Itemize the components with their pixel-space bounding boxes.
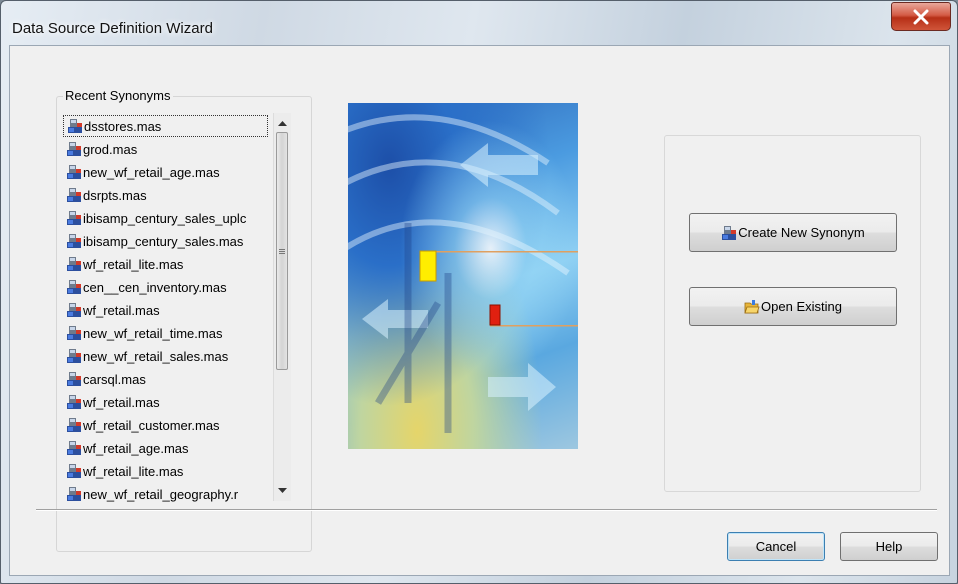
- synonym-list-item-label: wf_retail.mas: [83, 302, 160, 318]
- connector-line-bottom: [490, 325, 578, 327]
- synonym-list-item-label: wf_retail_lite.mas: [83, 256, 184, 272]
- scroll-up-icon: [278, 121, 287, 126]
- synonym-icon: [67, 234, 81, 248]
- synonym-list-item-label: wf_retail.mas: [83, 394, 160, 410]
- synonym-list-item[interactable]: wf_retail_lite.mas: [63, 460, 268, 482]
- dialog-body: Recent Synonyms dsstores.mas grod.mas new_…: [9, 45, 950, 576]
- synonym-icon: [68, 119, 82, 133]
- synonym-icon: [67, 326, 81, 340]
- synonym-icon: [67, 165, 81, 179]
- synonym-icon: [67, 487, 81, 501]
- window-title: Data Source Definition Wizard: [12, 20, 213, 37]
- synonym-list-item[interactable]: dsstores.mas: [63, 115, 268, 137]
- synonym-list-item[interactable]: wf_retail.mas: [63, 299, 268, 321]
- synonym-list-item-label: new_wf_retail_sales.mas: [83, 348, 229, 364]
- open-existing-button[interactable]: Open Existing: [689, 287, 897, 326]
- synonym-icon: [67, 257, 81, 271]
- recent-synonyms-legend: Recent Synonyms: [63, 88, 173, 103]
- synonym-list-item-label: ibisamp_century_sales.mas: [83, 233, 244, 249]
- synonym-icon: [67, 418, 81, 432]
- banner-graphic: [348, 114, 578, 433]
- cancel-label: Cancel: [755, 539, 797, 554]
- synonym-list-item[interactable]: new_wf_retail_time.mas: [63, 322, 268, 344]
- actions-panel: Create New Synonym Open Existing: [664, 135, 921, 492]
- recent-synonyms-list[interactable]: dsstores.mas grod.mas new_wf_retail_age.ma…: [63, 113, 309, 553]
- synonym-icon: [67, 142, 81, 156]
- recent-synonyms-group: Recent Synonyms dsstores.mas grod.mas new_…: [56, 88, 312, 553]
- help-label: Help: [875, 539, 903, 554]
- open-folder-icon: [744, 299, 760, 313]
- synonym-icon: [67, 395, 81, 409]
- create-new-synonym-label: Create New Synonym: [738, 225, 865, 240]
- synonym-icon: [67, 349, 81, 363]
- synonym-icon: [67, 211, 81, 225]
- wizard-banner-image: [348, 103, 578, 449]
- title-bar: Data Source Definition Wizard: [1, 1, 957, 45]
- wizard-window: Data Source Definition Wizard Recent Syn…: [0, 0, 958, 584]
- open-existing-label: Open Existing: [761, 299, 842, 314]
- synonym-list-item[interactable]: new_wf_retail_age.mas: [63, 161, 268, 183]
- synonym-list-item-label: new_wf_retail_geography.r: [83, 486, 239, 502]
- synonym-list-item[interactable]: grod.mas: [63, 138, 268, 160]
- synonym-list-item-label: wf_retail_customer.mas: [83, 417, 220, 433]
- synonym-icon: [67, 441, 81, 455]
- synonym-list-item-label: cen__cen_inventory.mas: [83, 279, 227, 295]
- connector-line-top: [420, 251, 578, 253]
- scroll-grip-icon: [279, 249, 285, 250]
- synonym-list-item-label: wf_retail_age.mas: [83, 440, 189, 456]
- create-new-synonym-button[interactable]: Create New Synonym: [689, 213, 897, 252]
- synonym-icon: [67, 464, 81, 478]
- synonym-list-item-label: dsstores.mas: [84, 118, 162, 134]
- cancel-button[interactable]: Cancel: [727, 532, 825, 561]
- synonym-list-item[interactable]: new_wf_retail_geography.r: [63, 483, 268, 505]
- synonym-list-item-label: wf_retail_lite.mas: [83, 463, 184, 479]
- synonym-list-item[interactable]: wf_retail_lite.mas: [63, 253, 268, 275]
- synonym-list-item-label: dsrpts.mas: [83, 187, 147, 203]
- synonym-list-item-label: ibisamp_century_sales_uplc: [83, 210, 247, 226]
- synonym-list-item[interactable]: ibisamp_century_sales.mas: [63, 230, 268, 252]
- yellow-marker: [419, 250, 437, 282]
- list-scrollbar[interactable]: [273, 113, 291, 501]
- synonym-list-item-label: grod.mas: [83, 141, 138, 157]
- synonym-list-item-label: carsql.mas: [83, 371, 146, 387]
- synonym-list-item[interactable]: ibisamp_century_sales_uplc: [63, 207, 268, 229]
- red-marker: [489, 304, 501, 326]
- footer-separator: [36, 509, 937, 511]
- synonym-list-item[interactable]: cen__cen_inventory.mas: [63, 276, 268, 298]
- synonym-list-item[interactable]: new_wf_retail_sales.mas: [63, 345, 268, 367]
- synonym-icon: [67, 280, 81, 294]
- close-icon: [913, 9, 929, 24]
- scroll-down-icon: [278, 488, 287, 493]
- synonym-list-item[interactable]: carsql.mas: [63, 368, 268, 390]
- synonym-list-item[interactable]: wf_retail.mas: [63, 391, 268, 413]
- synonym-icon: [722, 225, 737, 240]
- synonym-icon: [67, 303, 81, 317]
- synonym-list-item[interactable]: dsrpts.mas: [63, 184, 268, 206]
- scroll-up-button[interactable]: [274, 115, 291, 131]
- synonym-icon: [67, 372, 81, 386]
- synonym-icon: [67, 188, 81, 202]
- close-button[interactable]: [891, 2, 951, 31]
- synonym-list-item-label: new_wf_retail_age.mas: [83, 164, 220, 180]
- synonym-list-item-label: new_wf_retail_time.mas: [83, 325, 223, 341]
- help-button[interactable]: Help: [840, 532, 938, 561]
- arrow-right-shape: [488, 363, 556, 411]
- scroll-down-button[interactable]: [274, 483, 291, 499]
- scroll-thumb[interactable]: [276, 132, 288, 370]
- synonym-list-item[interactable]: wf_retail_age.mas: [63, 437, 268, 459]
- synonym-list-item[interactable]: wf_retail_customer.mas: [63, 414, 268, 436]
